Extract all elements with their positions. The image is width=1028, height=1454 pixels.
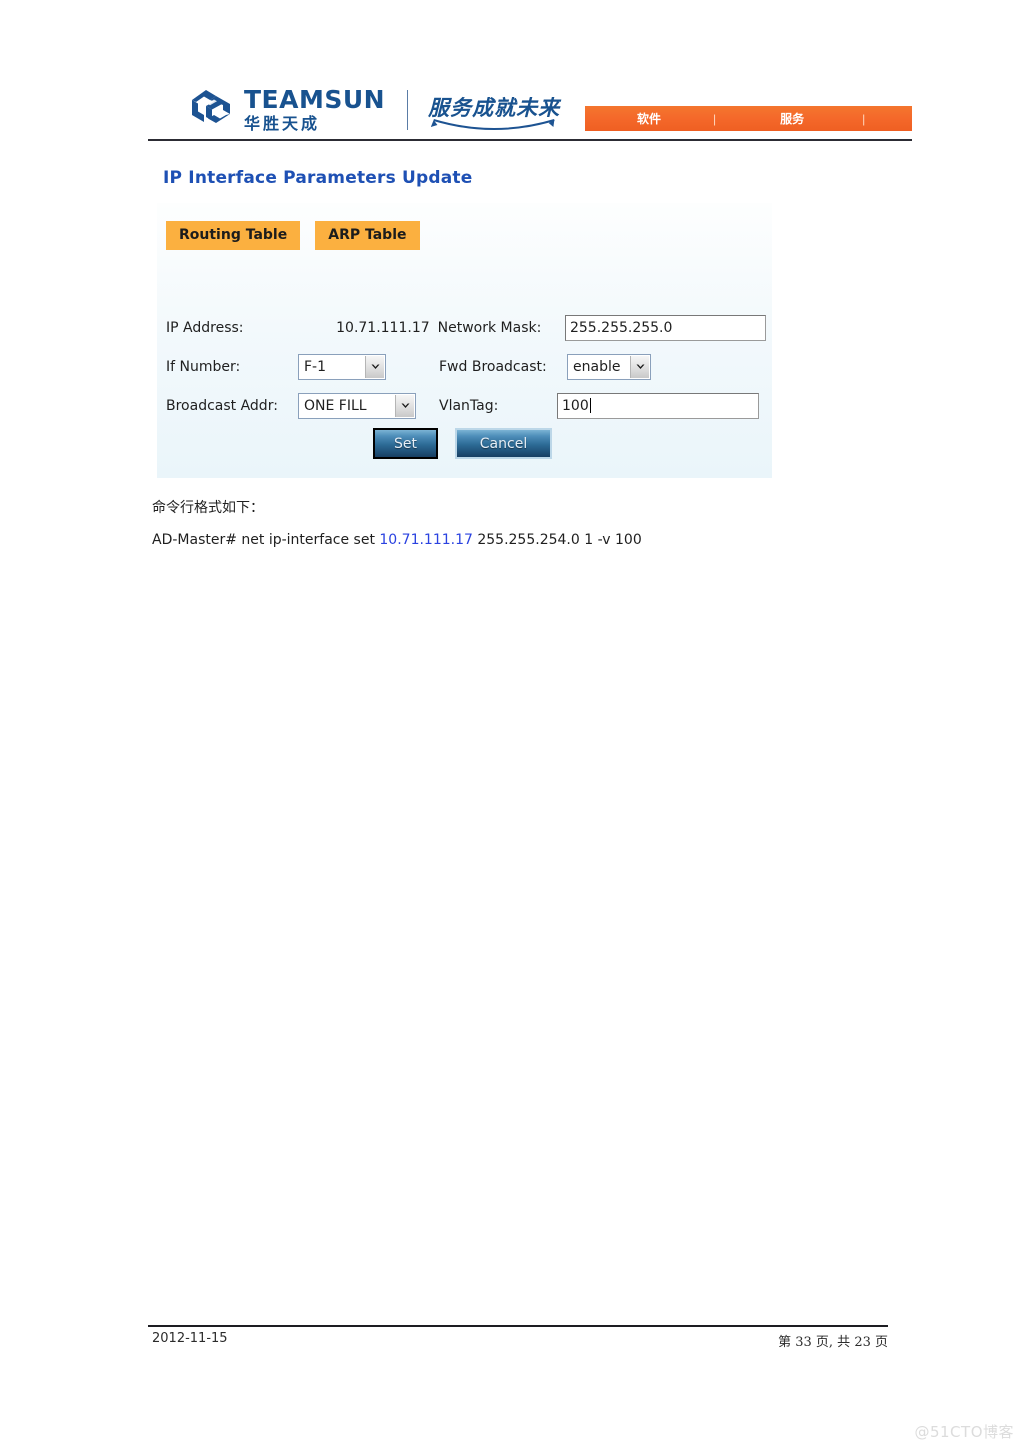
tagline-swoosh-icon	[430, 119, 555, 130]
panel-action-buttons: Set Cancel	[373, 428, 552, 459]
if-number-select[interactable]: F-1	[298, 353, 386, 380]
ip-address-label: IP Address:	[166, 319, 244, 336]
broadcast-addr-selected-value: ONE FILL	[304, 397, 367, 414]
teamsun-logo: TEAMSUN 华胜天成 服务成就未来	[186, 84, 560, 136]
header-divider	[148, 139, 912, 141]
chevron-down-icon[interactable]	[630, 355, 649, 378]
watermark: @51CTO博客	[914, 1423, 1014, 1441]
broadcast-addr-select[interactable]: ONE FILL	[298, 392, 416, 419]
network-mask-input[interactable]: 255.255.255.0	[564, 314, 766, 341]
page-title: IP Interface Parameters Update	[163, 168, 473, 188]
form-row-ip-address: IP Address: 10.71.111.17 Network Mask: 2…	[166, 308, 766, 347]
site-navbar[interactable]: 软件 | 服务 | 系统及产	[585, 106, 912, 131]
text-caret	[589, 397, 591, 413]
intro-paragraph: 命令行格式如下：	[152, 500, 264, 516]
if-number-label: If Number:	[166, 358, 241, 375]
form-row-broadcast-addr: Broadcast Addr: ONE FILL VlanTag: 100	[166, 386, 766, 425]
form-row-if-number: If Number: F-1 Fwd Broadcast: enable	[166, 347, 766, 386]
nav-item-software[interactable]: 软件	[637, 110, 661, 127]
nav-item-service[interactable]: 服务	[780, 110, 804, 127]
panel-tabs: Routing Table ARP Table	[166, 221, 420, 250]
command-prefix: AD-Master# net ip-interface set	[152, 532, 380, 548]
set-button[interactable]: Set	[373, 428, 438, 459]
chevron-down-icon[interactable]	[365, 355, 384, 378]
fwd-broadcast-selected-value: enable	[573, 358, 621, 375]
vlan-tag-value: 100	[562, 397, 589, 414]
vlan-tag-label: VlanTag:	[439, 397, 499, 414]
page-header: TEAMSUN 华胜天成 服务成就未来 软件 | 服务 | 系统及产	[148, 78, 912, 140]
broadcast-addr-label: Broadcast Addr:	[166, 397, 278, 414]
fwd-broadcast-select[interactable]: enable	[567, 353, 651, 380]
logo-divider	[407, 90, 409, 130]
nav-separator: |	[862, 111, 866, 126]
logo-chinese-name: 华胜天成	[244, 114, 321, 133]
ip-address-value: 10.71.111.17	[336, 319, 430, 336]
teamsun-logo-mark-icon	[186, 87, 238, 133]
fwd-broadcast-label: Fwd Broadcast:	[439, 358, 547, 375]
vlan-tag-input[interactable]: 100	[557, 392, 759, 419]
network-mask-label: Network Mask:	[437, 319, 542, 336]
logo-wordmark: TEAMSUN 华胜天成	[244, 87, 385, 133]
nav-separator: |	[713, 111, 717, 126]
document-page: TEAMSUN 华胜天成 服务成就未来 软件 | 服务 | 系统及产 IP In…	[0, 0, 1028, 1454]
footer-page-info: 第 33 页, 共 23 页	[778, 1335, 888, 1350]
footer-divider	[148, 1325, 888, 1327]
command-suffix: 255.255.254.0 1 -v 100	[472, 532, 642, 548]
ip-interface-panel: Routing Table ARP Table IP Address: 10.7…	[157, 203, 772, 478]
if-number-selected-value: F-1	[304, 358, 327, 375]
logo-tagline: 服务成就未来	[428, 92, 561, 130]
command-line-paragraph: AD-Master# net ip-interface set 10.71.11…	[152, 532, 642, 548]
cancel-button[interactable]: Cancel	[455, 428, 552, 459]
chevron-down-icon[interactable]	[395, 394, 414, 417]
footer-date: 2012-11-15	[152, 1331, 228, 1346]
tab-routing-table[interactable]: Routing Table	[166, 221, 301, 250]
logo-tagline-text: 服务成就未来	[428, 95, 561, 120]
tab-arp-table[interactable]: ARP Table	[315, 221, 420, 250]
ip-interface-form: IP Address: 10.71.111.17 Network Mask: 2…	[166, 308, 766, 425]
logo-english-name: TEAMSUN	[244, 85, 386, 114]
command-ip-address: 10.71.111.17	[379, 532, 473, 548]
